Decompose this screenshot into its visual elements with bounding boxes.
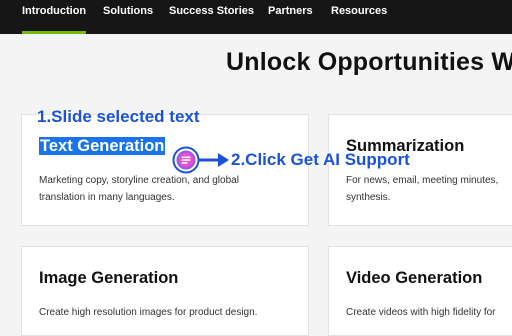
tab-introduction[interactable]: Introduction	[22, 0, 87, 34]
tab-resources[interactable]: Resources	[331, 0, 387, 34]
annotation-step-2: 2.Click Get AI Support	[231, 150, 410, 169]
top-nav: Introduction Solutions Success Stories P…	[0, 0, 512, 34]
ai-support-button[interactable]	[172, 146, 200, 174]
card-summarization[interactable]: Summarization For news, email, meeting m…	[328, 114, 512, 226]
ai-support-icon	[172, 146, 200, 174]
page-heading: Unlock Opportunities W	[226, 48, 512, 76]
card-image-generation[interactable]: Image Generation Create high resolution …	[21, 246, 309, 336]
card-description-line: Create high resolution images for produc…	[39, 307, 258, 318]
card-video-generation[interactable]: Video Generation Create videos with high…	[328, 246, 512, 336]
card-title: Video Generation	[346, 269, 483, 287]
annotation-step-1: 1.Slide selected text	[37, 107, 200, 126]
card-description-line: Marketing copy, storyline creation, and …	[39, 175, 239, 186]
tab-partners[interactable]: Partners	[268, 0, 313, 34]
tab-solutions[interactable]: Solutions	[103, 0, 153, 34]
card-text-generation[interactable]: Text Generation Marketing copy, storylin…	[21, 114, 309, 226]
card-title: Text Generation	[39, 137, 166, 156]
card-description-line: translation in many languages.	[39, 192, 175, 203]
card-description-line: synthesis.	[346, 192, 391, 203]
card-description-line: For news, email, meeting minutes,	[346, 175, 499, 186]
tab-success-stories[interactable]: Success Stories	[169, 0, 254, 34]
card-title: Image Generation	[39, 269, 179, 287]
arrow-right-icon	[199, 153, 229, 167]
selected-text[interactable]: Text Generation	[39, 137, 166, 155]
card-description-line: Create videos with high fidelity for	[346, 307, 496, 318]
